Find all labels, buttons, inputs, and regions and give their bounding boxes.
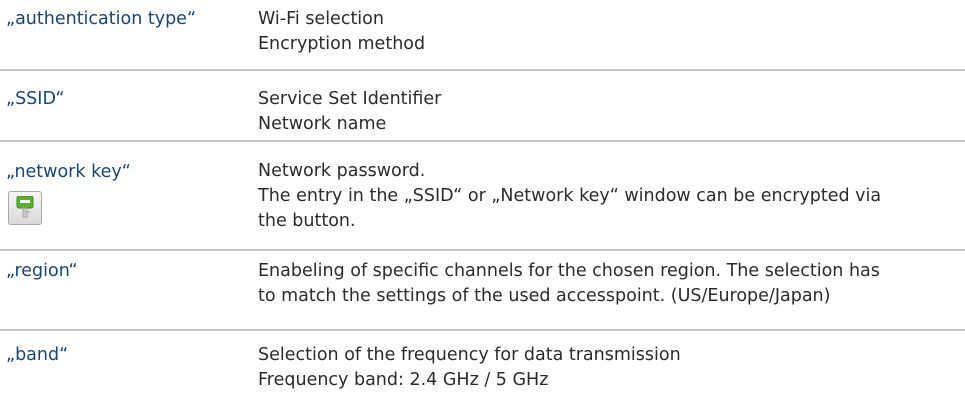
description: Wi-Fi selection Encryption method [258,7,958,57]
description: Service Set Identifier Network name [258,87,958,137]
term-label: „band“ [6,345,69,365]
description-line: Selection of the frequency for data tran… [258,345,681,365]
table-row-network-key: „network key“ Network password. The entr… [0,141,965,250]
table-row-region: „region“ Enabeling of specific channels … [0,250,965,330]
term-label: „region“ [6,261,78,281]
table-row-band: „band“ Selection of the frequency for da… [0,330,965,405]
description-line: to match the settings of the used access… [258,286,831,306]
description-line: Wi-Fi selection [258,9,384,29]
description-line: the button. [258,211,356,231]
description-line: Enabeling of specific channels for the c… [258,261,880,281]
description: Enabeling of specific channels for the c… [258,259,958,309]
description-line: The entry in the „SSID“ or „Network key“… [258,186,882,206]
description: Network password. The entry in the „SSID… [258,159,958,234]
description-line: Service Set Identifier [258,89,442,109]
description-line: Encryption method [258,34,426,54]
description-line: Network name [258,114,387,134]
description-line: Frequency band: 2.4 GHz / 5 GHz [258,370,549,390]
description-line: Network password. [258,161,426,181]
term-label: „authentication type“ [6,9,197,29]
definition-table: „authentication type“ Wi-Fi selection En… [0,0,965,405]
table-row-ssid: „SSID“ Service Set Identifier Network na… [0,70,965,141]
table-row-authentication-type: „authentication type“ Wi-Fi selection En… [0,0,965,70]
term-label: „SSID“ [6,89,65,109]
key-button [8,191,42,225]
term-label: „network key“ [6,162,131,182]
description: Selection of the frequency for data tran… [258,343,958,393]
key-icon [16,196,34,218]
